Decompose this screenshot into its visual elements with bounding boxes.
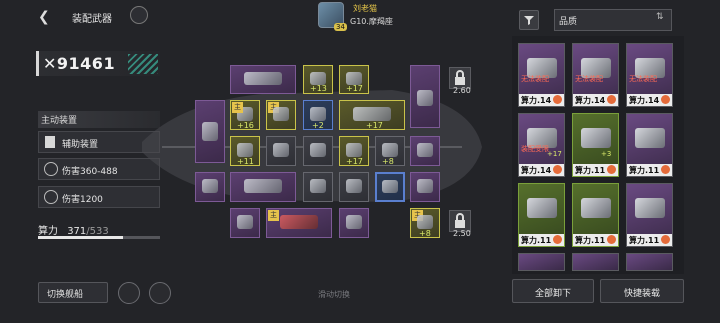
sort-order-icon[interactable]: ⇅ — [656, 12, 664, 22]
weapon-slot[interactable] — [339, 208, 369, 238]
weapon-slot[interactable]: 主 +16 — [230, 100, 260, 130]
weapon-slot[interactable]: +8 — [375, 136, 405, 166]
sort-label: 品质 — [559, 17, 578, 27]
weapon-slot[interactable]: 主 — [266, 208, 332, 238]
gear-icon — [44, 162, 58, 176]
edit-icon[interactable] — [130, 6, 148, 24]
inventory-card[interactable]: 无法装配 算力.14 — [626, 43, 673, 107]
weapon-slot[interactable]: +13 — [303, 65, 333, 94]
capacity-readout: 算力 371/533 — [38, 226, 109, 237]
inventory-card[interactable]: 算力.11 — [626, 113, 673, 177]
formation-icon[interactable] — [149, 282, 171, 304]
hatch-decoration — [128, 54, 158, 74]
weapon-slot[interactable] — [410, 136, 440, 166]
weapon-slot[interactable] — [303, 136, 333, 166]
weapon-slot[interactable] — [230, 65, 296, 94]
commander-name: 刘老猫 — [353, 4, 377, 13]
weapon-slot[interactable]: +17 — [339, 100, 405, 130]
combat-power-value: ✕91461 — [43, 54, 116, 73]
back-button[interactable]: ❮ — [38, 10, 52, 24]
inventory-card[interactable] — [518, 253, 565, 271]
slide-hint: 滑动切换 — [318, 290, 350, 299]
inventory-card[interactable]: +3 算力.11 — [572, 113, 619, 177]
weapon-slot[interactable] — [230, 172, 296, 202]
quick-equip-button[interactable]: 快捷装载 — [600, 279, 684, 303]
switch-ship-button[interactable]: 切换舰船 — [38, 282, 108, 303]
inventory-card[interactable]: 算力.11 — [518, 183, 565, 247]
gear-icon — [44, 190, 58, 204]
damage-stat-2-label: 伤害1200 — [62, 195, 103, 205]
page-title: 装配武器 — [72, 14, 112, 25]
weapon-slot[interactable] — [410, 172, 440, 202]
weapon-slot[interactable]: +17 — [339, 136, 369, 166]
filter-icon[interactable] — [519, 10, 539, 30]
inventory-card[interactable] — [626, 253, 673, 271]
weapon-slot[interactable]: +17 — [339, 65, 369, 94]
weapon-slot[interactable] — [230, 208, 260, 238]
capacity-bar — [38, 236, 160, 239]
lock-cost-2: 2.50 — [453, 229, 471, 238]
fleet-icon[interactable] — [118, 282, 140, 304]
weapon-slot[interactable] — [266, 136, 296, 166]
weapon-slot[interactable]: 主+8 — [410, 208, 440, 238]
weapon-slot[interactable] — [195, 172, 225, 202]
aux-device-label: 辅助装置 — [62, 140, 99, 150]
commander-level: 34 — [334, 23, 347, 31]
inventory-card[interactable]: 无法装配 算力.14 — [518, 43, 565, 107]
weapon-slot[interactable]: +11 — [230, 136, 260, 166]
inventory-card[interactable]: 装配受限 +17 算力.14 — [518, 113, 565, 177]
weapon-slot[interactable]: 主 — [266, 100, 296, 130]
weapon-slot-selected[interactable] — [375, 172, 405, 202]
weapon-slot[interactable] — [339, 172, 369, 202]
weapon-slot[interactable] — [410, 65, 440, 128]
weapon-slot[interactable] — [195, 100, 225, 163]
lock-cost-1: 2.60 — [453, 86, 471, 95]
device-icon — [45, 136, 55, 148]
inventory-card[interactable]: 算力.11 — [626, 183, 673, 247]
weapon-slot[interactable]: +2 — [303, 100, 333, 130]
unequip-all-button[interactable]: 全部卸下 — [512, 279, 594, 303]
commander-rank: G10.摩羯座 — [350, 17, 393, 26]
inventory-card[interactable]: 算力.11 — [572, 183, 619, 247]
damage-stat-1-label: 伤害360-488 — [62, 167, 118, 177]
inventory-card[interactable]: 无法装配 算力.14 — [572, 43, 619, 107]
weapon-slot[interactable] — [303, 172, 333, 202]
capacity-bar-fill — [38, 236, 123, 239]
inventory-card[interactable] — [572, 253, 619, 271]
